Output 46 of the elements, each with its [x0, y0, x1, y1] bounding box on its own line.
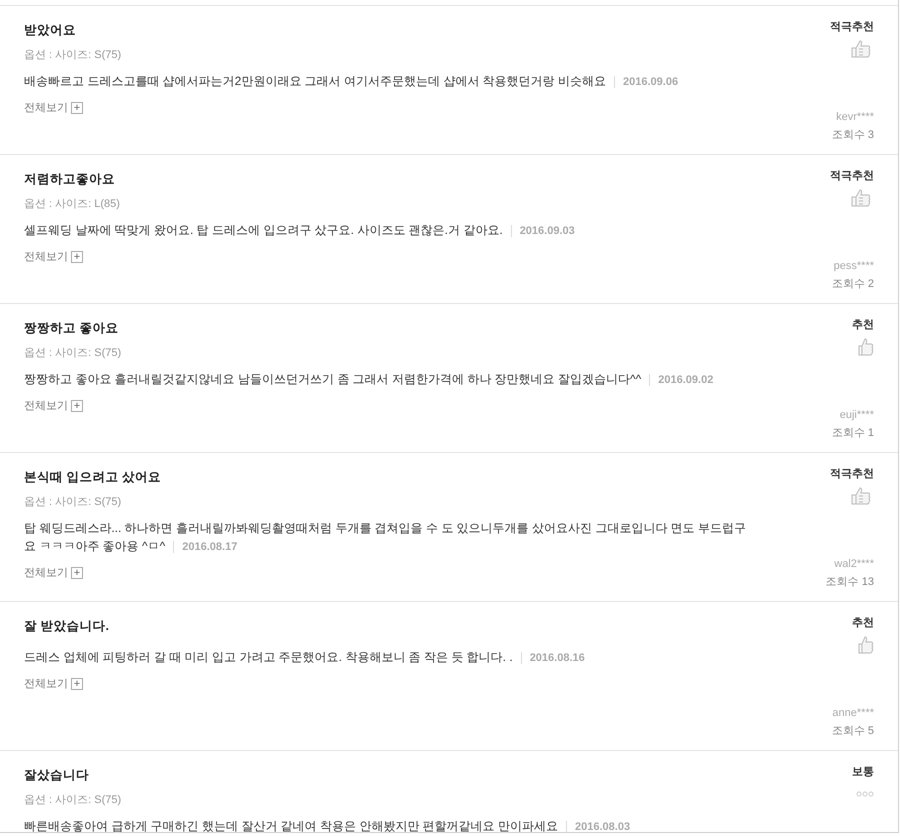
- user-id: wal2****: [834, 557, 874, 572]
- option-text: 옵션 : 사이즈: S(75): [24, 794, 122, 806]
- option-text: 옵션 : 사이즈: S(75): [24, 347, 122, 359]
- rating-label: 보통: [852, 765, 874, 780]
- review-title: 저렴하고좋아요: [24, 171, 115, 188]
- view-count: 조회수 1: [832, 426, 874, 441]
- view-all-link[interactable]: 전체보기 +: [24, 676, 83, 692]
- review-text: 탑 웨딩드레스라... 하나하면 흘러내릴까봐웨딩촬영때처럼 두개를 겹쳐입을 수 도 있으니두개를 샀어요사진 그대로입니다 면도 부드럽구요 ㅋㅋㅋ아주 좋아용 ^ㅁ^ 2016.08.17: [24, 520, 748, 555]
- view-all-link[interactable]: 전체보기 +: [24, 100, 83, 116]
- review-title: 잘샀습니다: [24, 767, 89, 784]
- rating-label: 적극추천: [830, 169, 874, 184]
- thumbs-up-icon: [858, 337, 874, 357]
- option-text: 옵션 : 사이즈: S(75): [24, 49, 122, 61]
- review-text: 셀프웨딩 날짜에 딱맞게 왔어요. 탑 드레스에 입으려구 샀구요. 사이즈도 괜찮은.거 같아요. 2016.09.03: [24, 222, 576, 239]
- view-count: 조회수 5: [832, 724, 874, 739]
- review-text: 빠른배송좋아여 급하게 구매하긴 했는데 잘산거 같네여 착용은 안해봤지만 편할꺼같네요 만이파세요 2016.08.03: [24, 818, 632, 832]
- option-text: 옵션 : 사이즈: S(75): [24, 496, 122, 508]
- plus-icon: +: [71, 251, 83, 263]
- view-count: 조회수 13: [826, 575, 874, 590]
- option-text: 옵션 : 사이즈: L(85): [24, 198, 120, 210]
- rating-label: 추천: [852, 616, 874, 631]
- user-id: kevr****: [836, 110, 874, 125]
- plus-icon: +: [71, 102, 83, 114]
- plus-icon: +: [71, 567, 83, 579]
- review-text: 드레스 업체에 피팅하러 갈 때 미리 입고 가려고 주문했어요. 착용해보니 좀 작은 듯 합니다. . 2016.08.16: [24, 649, 586, 666]
- dots-icon: [856, 791, 874, 797]
- rating-label: 추천: [852, 318, 874, 333]
- plus-icon: +: [71, 678, 83, 690]
- review-title: 잘 받았습니다.: [24, 618, 109, 635]
- review-text: 짱짱하고 좋아요 흘러내릴것같지않네요 남들이쓰던거쓰기 좀 그래서 저렴한가격에 하나 장만했네요 잘입겠습니다^^ 2016.09.02: [24, 371, 714, 388]
- user-id: pess****: [834, 259, 874, 274]
- plus-icon: +: [71, 400, 83, 412]
- review-text: 배송빠르고 드레스고를때 샵에서파는거2만원이래요 그래서 여기서주문했는데 샵에서 착용했던거랑 비슷해요 2016.09.06: [24, 73, 680, 90]
- view-count: 조회수 3: [832, 128, 874, 143]
- user-id: anne****: [832, 706, 874, 721]
- rating-label: 적극추천: [830, 467, 874, 482]
- thumbs-up-icon: [858, 635, 874, 655]
- user-id: euji****: [840, 408, 874, 423]
- view-all-link[interactable]: 전체보기 +: [24, 398, 83, 414]
- view-count: 조회수 2: [832, 277, 874, 292]
- review-title: 짱짱하고 좋아요: [24, 320, 118, 337]
- review-title: 받았어요: [24, 22, 76, 39]
- review-title: 본식때 입으려고 샀어요: [24, 469, 161, 486]
- rating-label: 적극추천: [830, 20, 874, 35]
- view-all-link[interactable]: 전체보기 +: [24, 249, 83, 265]
- view-all-link[interactable]: 전체보기 +: [24, 565, 83, 581]
